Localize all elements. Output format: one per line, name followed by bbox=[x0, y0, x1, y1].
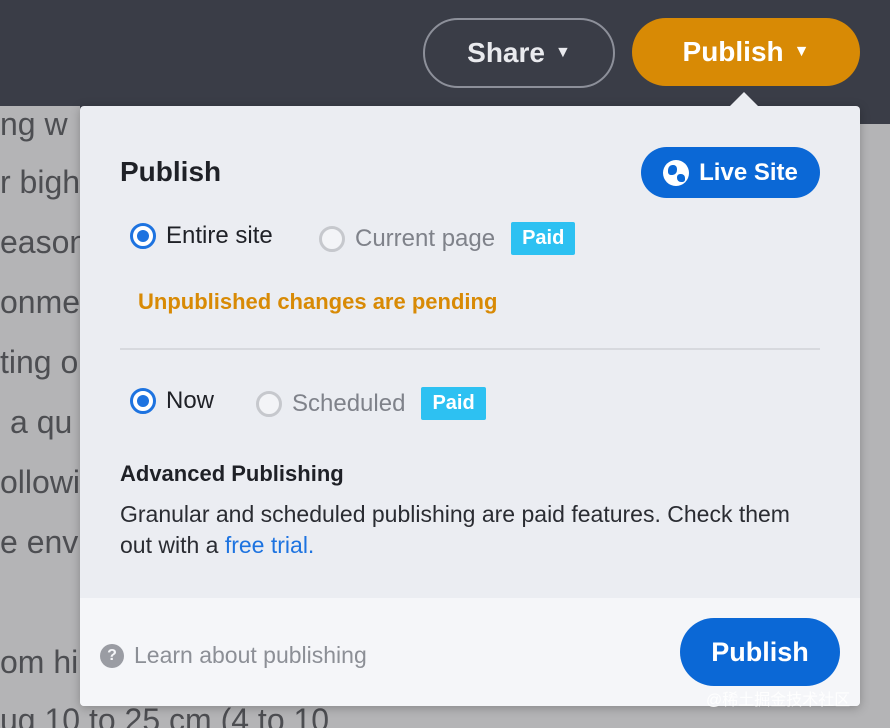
live-site-button[interactable]: Live Site bbox=[641, 147, 820, 198]
radio-unselected-icon[interactable] bbox=[256, 390, 282, 417]
radio-current-page[interactable]: Current page Paid bbox=[319, 222, 576, 255]
background-text-line: a qu bbox=[10, 404, 73, 440]
share-button[interactable]: Share ▼ bbox=[423, 18, 615, 88]
radio-scheduled[interactable]: Scheduled Paid bbox=[256, 387, 486, 420]
watermark: @稀土掘金技术社区 bbox=[706, 692, 851, 709]
publish-button[interactable]: Publish bbox=[680, 618, 840, 686]
background-text-line: eason bbox=[0, 224, 80, 260]
paid-badge: Paid bbox=[421, 387, 486, 420]
pending-status: Unpublished changes are pending bbox=[138, 289, 498, 314]
radio-label: Scheduled bbox=[292, 389, 406, 417]
popup-pointer bbox=[728, 92, 760, 108]
help-icon: ? bbox=[100, 643, 124, 668]
advanced-description: Granular and scheduled publishing are pa… bbox=[120, 501, 790, 558]
share-label: Share bbox=[467, 37, 545, 68]
help-label: Learn about publishing bbox=[134, 642, 367, 668]
publish-dropdown-button[interactable]: Publish ▼ bbox=[632, 18, 860, 86]
background-text-line: e envi bbox=[0, 524, 80, 560]
radio-now[interactable]: Now bbox=[130, 387, 214, 415]
paid-badge: Paid bbox=[511, 222, 576, 255]
advanced-publishing-text: Granular and scheduled publishing are pa… bbox=[120, 499, 820, 561]
radio-unselected-icon[interactable] bbox=[319, 225, 345, 252]
background-text-line: om hi bbox=[0, 644, 79, 680]
background-text-line: ollowi bbox=[0, 464, 80, 500]
caret-down-icon: ▼ bbox=[554, 44, 571, 61]
radio-label: Entire site bbox=[166, 222, 273, 249]
radio-selected-icon[interactable] bbox=[130, 388, 156, 414]
publish-dropdown-label: Publish bbox=[682, 36, 784, 67]
radio-entire-site[interactable]: Entire site bbox=[130, 222, 273, 250]
advanced-publishing-title: Advanced Publishing bbox=[120, 461, 344, 486]
background-text-line: onme bbox=[0, 284, 80, 320]
radio-selected-icon[interactable] bbox=[130, 223, 156, 249]
radio-label: Now bbox=[166, 387, 215, 414]
globe-icon bbox=[663, 159, 690, 186]
background-text-line: r bigh bbox=[0, 164, 80, 200]
divider bbox=[120, 348, 820, 350]
free-trial-link[interactable]: free trial. bbox=[225, 532, 314, 558]
learn-about-publishing-link[interactable]: ? Learn about publishing bbox=[100, 642, 367, 669]
radio-label: Current page bbox=[355, 224, 496, 252]
caret-down-icon: ▼ bbox=[793, 43, 810, 60]
popup-title: Publish bbox=[120, 156, 222, 187]
background-text-line: ng w bbox=[0, 106, 68, 142]
live-site-label: Live Site bbox=[699, 158, 798, 186]
background-text-line: ting o bbox=[0, 344, 79, 380]
publish-popup: Publish Live Site Entire site Current pa… bbox=[80, 106, 860, 706]
background-page-text: ng w r bigh eason onme ting o a qu ollow… bbox=[0, 106, 80, 728]
